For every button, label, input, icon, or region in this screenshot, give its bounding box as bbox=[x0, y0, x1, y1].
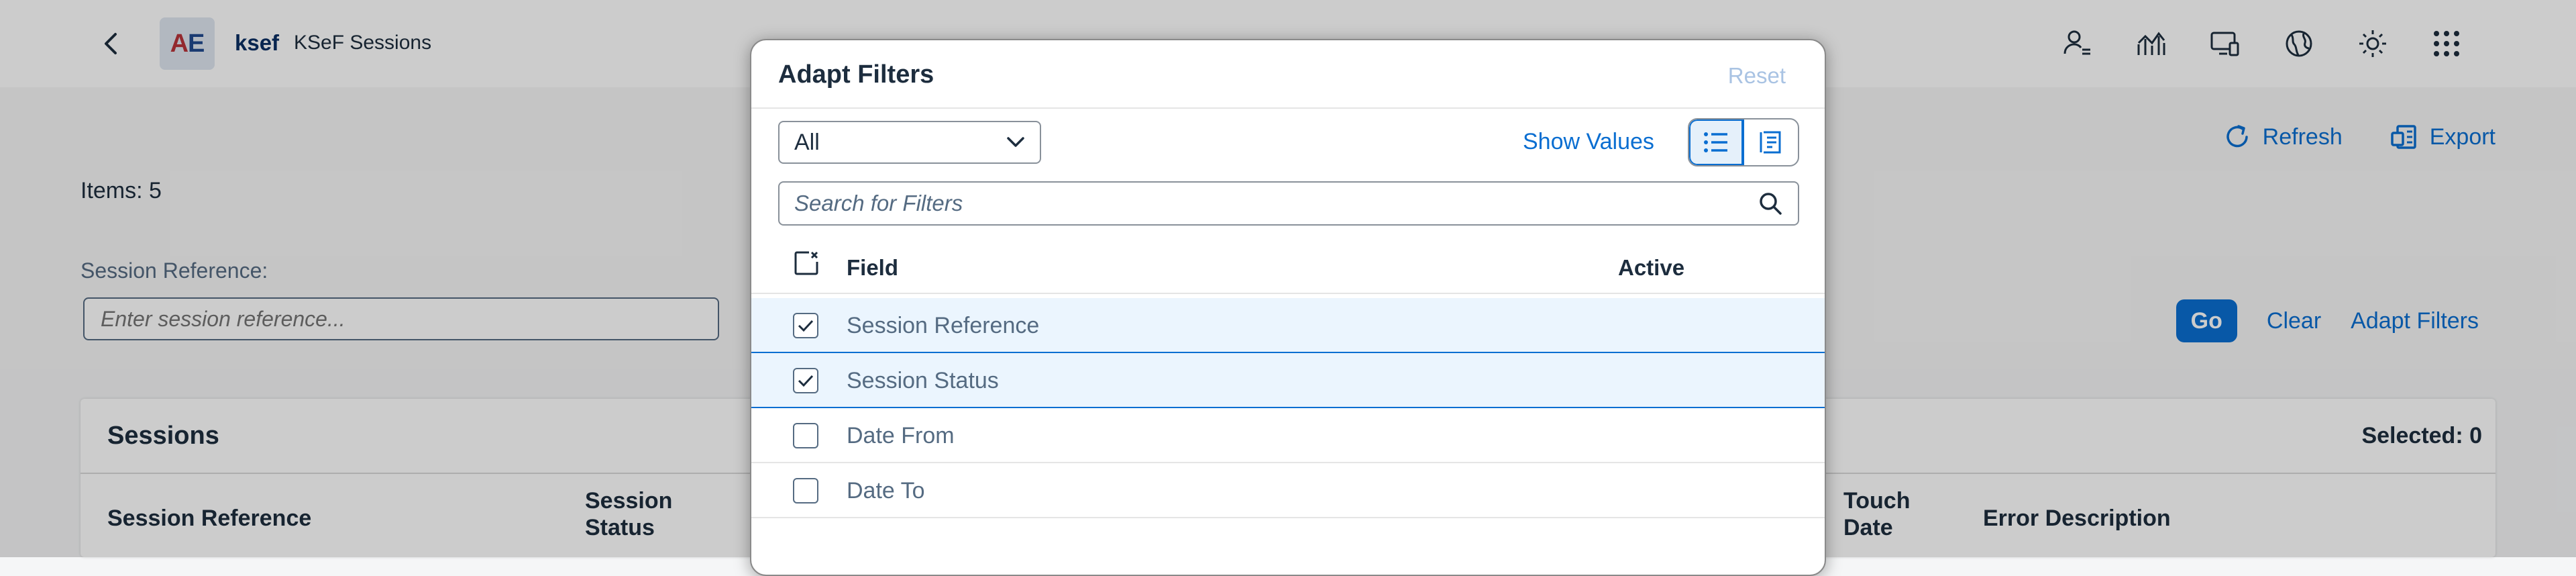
filter-row-label: Session Reference bbox=[847, 313, 1040, 338]
chevron-down-icon bbox=[1007, 137, 1024, 147]
list-view-button[interactable] bbox=[1689, 119, 1744, 165]
view-toggle bbox=[1688, 118, 1799, 166]
filter-row-label: Session Status bbox=[847, 368, 999, 393]
group-view-button[interactable] bbox=[1744, 119, 1798, 165]
checkbox-date-from[interactable] bbox=[793, 423, 818, 448]
filter-row-session-reference[interactable]: Session Reference bbox=[751, 298, 1825, 353]
filter-row-date-to[interactable]: Date To bbox=[751, 463, 1825, 518]
deselect-all-icon[interactable] bbox=[793, 250, 820, 280]
checkbox-date-to[interactable] bbox=[793, 478, 818, 503]
filter-row-label: Date To bbox=[847, 478, 925, 503]
filter-search-input[interactable]: Search for Filters bbox=[778, 181, 1799, 226]
checkbox-session-status[interactable] bbox=[793, 368, 818, 393]
dialog-table-header: Field Active bbox=[751, 239, 1825, 294]
dialog-title: Adapt Filters bbox=[778, 60, 934, 89]
dialog-header: Adapt Filters Reset bbox=[751, 40, 1825, 109]
filter-row-session-status[interactable]: Session Status bbox=[751, 353, 1825, 408]
search-icon bbox=[1760, 193, 1782, 215]
filter-scope-select[interactable]: All bbox=[778, 121, 1041, 164]
column-header-field: Field bbox=[847, 255, 899, 280]
filter-search-placeholder: Search for Filters bbox=[794, 191, 963, 215]
filter-row-date-from[interactable]: Date From bbox=[751, 408, 1825, 463]
checkmark-icon bbox=[798, 320, 814, 332]
filter-row-label: Date From bbox=[847, 423, 955, 448]
show-values-button[interactable]: Show Values bbox=[1523, 129, 1654, 155]
checkbox-session-reference[interactable] bbox=[793, 313, 818, 338]
adapt-filters-dialog: Adapt Filters Reset All Show Values Sear… bbox=[750, 39, 1826, 576]
reset-button[interactable]: Reset bbox=[1728, 63, 1786, 89]
list-icon bbox=[1704, 132, 1727, 152]
filter-scope-value: All bbox=[794, 129, 820, 155]
column-header-active: Active bbox=[1618, 255, 1685, 280]
group-view-icon bbox=[1760, 131, 1781, 154]
checkmark-icon bbox=[798, 375, 814, 387]
